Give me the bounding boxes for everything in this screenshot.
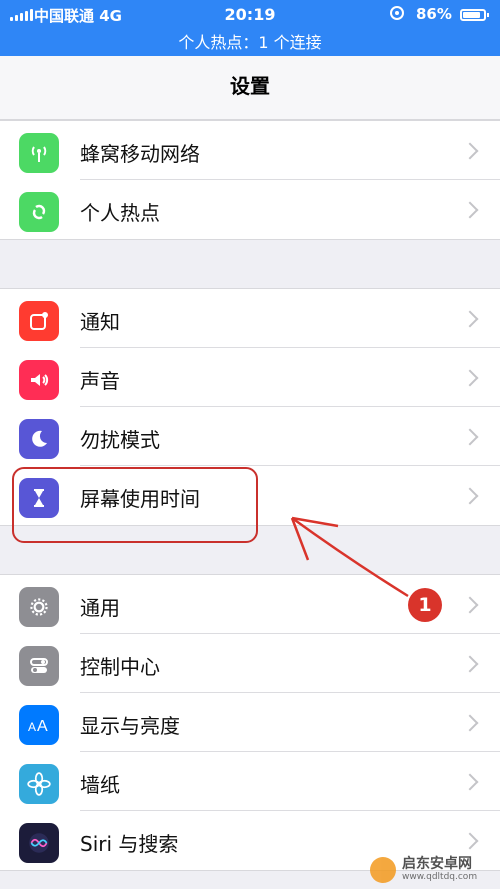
settings-row[interactable]: 通知 bbox=[0, 289, 500, 348]
chevron-right-icon bbox=[461, 310, 479, 328]
watermark-name: 启东安卓网 bbox=[402, 856, 472, 872]
settings-row[interactable]: 墙纸 bbox=[0, 752, 500, 811]
settings-row-label: 勿扰模式 bbox=[80, 428, 160, 452]
settings-row-label: 控制中心 bbox=[80, 655, 160, 679]
gear-icon bbox=[19, 587, 59, 627]
chevron-right-icon bbox=[461, 596, 479, 614]
antenna-icon bbox=[19, 133, 59, 173]
settings-row-label: 蜂窝移动网络 bbox=[80, 142, 200, 166]
battery-percent: 86% bbox=[416, 5, 452, 23]
chevron-right-icon bbox=[461, 428, 479, 446]
chevron-right-icon bbox=[461, 369, 479, 387]
svg-text:A: A bbox=[28, 720, 36, 734]
settings-row[interactable]: 个人热点 bbox=[0, 180, 500, 239]
page-title: 设置 bbox=[230, 74, 270, 98]
chevron-right-icon bbox=[461, 714, 479, 732]
settings-row-label: 显示与亮度 bbox=[80, 714, 180, 738]
chevron-right-icon bbox=[461, 142, 479, 160]
settings-row[interactable]: 声音 bbox=[0, 348, 500, 407]
highlight-box bbox=[12, 467, 258, 543]
chevron-right-icon bbox=[461, 487, 479, 505]
flower-icon bbox=[19, 764, 59, 804]
chevron-right-icon bbox=[461, 201, 479, 219]
watermark-logo: 启东安卓网 www.qdltdq.com bbox=[370, 850, 500, 889]
siri-icon bbox=[19, 823, 59, 863]
text-size-icon: AA bbox=[19, 705, 59, 745]
moon-icon bbox=[19, 419, 59, 459]
battery-icon bbox=[460, 9, 489, 21]
rotation-lock-icon bbox=[390, 6, 404, 20]
chevron-right-icon bbox=[461, 832, 479, 850]
settings-row-label: 通知 bbox=[80, 310, 120, 334]
settings-row[interactable]: A A 显示与亮度 bbox=[0, 693, 500, 752]
settings-row-label: Siri 与搜索 bbox=[80, 832, 179, 856]
chevron-right-icon bbox=[461, 773, 479, 791]
speaker-icon bbox=[19, 360, 59, 400]
navigation-bar: 设置 bbox=[0, 56, 500, 120]
toggles-icon bbox=[19, 646, 59, 686]
settings-row[interactable]: 勿扰模式 bbox=[0, 407, 500, 466]
settings-row-label: 墙纸 bbox=[80, 773, 120, 797]
step-badge: 1 bbox=[408, 588, 442, 622]
settings-row-label: 通用 bbox=[80, 596, 120, 620]
hotspot-link-icon bbox=[19, 192, 59, 232]
settings-row[interactable]: 控制中心 bbox=[0, 634, 500, 693]
watermark-url: www.qdltdq.com bbox=[402, 872, 478, 882]
hotspot-banner[interactable]: 个人热点：1 个连接 bbox=[0, 29, 500, 53]
chevron-right-icon bbox=[461, 655, 479, 673]
settings-row-label: 声音 bbox=[80, 369, 120, 393]
status-bar: 中国联通 4G 20:19 86% 个人热点：1 个连接 bbox=[0, 0, 500, 56]
notifications-icon bbox=[19, 301, 59, 341]
svg-text:A: A bbox=[37, 718, 48, 735]
settings-row-label: 个人热点 bbox=[80, 201, 160, 225]
watermark-icon bbox=[370, 856, 396, 883]
settings-group-network: 蜂窝移动网络 个人热点 bbox=[0, 120, 500, 240]
settings-row[interactable]: 蜂窝移动网络 bbox=[0, 121, 500, 180]
